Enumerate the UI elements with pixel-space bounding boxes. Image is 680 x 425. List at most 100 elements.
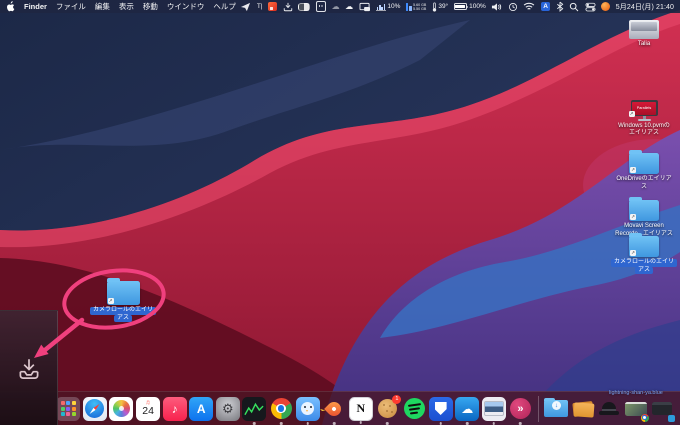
hard-disk-icon <box>629 20 659 39</box>
folder-icon: ↗ <box>629 236 659 257</box>
cpu-monitor[interactable]: 10% <box>376 3 400 11</box>
battery-percent: 100% <box>469 3 486 10</box>
icon-label-line2: ス <box>641 184 647 192</box>
temperature-value: 39° <box>438 3 448 10</box>
notification-badge: 1 <box>392 395 401 404</box>
rounded-app-icon[interactable] <box>316 1 327 13</box>
battery-icon <box>454 3 467 10</box>
cpu-percent: 10% <box>387 3 400 10</box>
bluetooth-icon[interactable] <box>556 1 564 13</box>
volume-icon[interactable] <box>491 1 502 13</box>
dock-chrome[interactable] <box>269 397 293 421</box>
dock-spotify[interactable] <box>402 397 426 421</box>
desktop-icon-windows10-alias[interactable]: Parallels ↗ Windows 10.pvmの エイリアス <box>610 100 678 138</box>
menu-go[interactable]: 移動 <box>143 1 158 12</box>
desktop-icon-onedrive-alias[interactable]: ↗ OneDriveのエイリア ス <box>610 153 678 191</box>
cpu-bars-icon <box>376 3 386 11</box>
temperature-monitor[interactable]: 39° <box>432 2 448 12</box>
menu-bar: Finder ファイル 編集 表示 移動 ウインドウ ヘルプ T| ☁ ☁ <box>0 0 680 13</box>
dock-minimized-window-1[interactable] <box>624 397 648 421</box>
dock-biscuit-app[interactable]: 1 <box>375 397 399 421</box>
folder-icon: ↗ <box>107 281 140 305</box>
download-drop-icon <box>15 355 43 383</box>
menu-file[interactable]: ファイル <box>56 1 86 12</box>
menu-edit[interactable]: 編集 <box>95 1 110 12</box>
toggle-pill-icon[interactable] <box>298 1 310 13</box>
dock: 月 24 ♪ A ⚙ N 1 ☁ » ↓ <box>0 391 680 425</box>
input-source-badge[interactable]: A <box>541 2 551 12</box>
activity-graph-icon <box>243 400 265 418</box>
download-tray-icon[interactable] <box>283 1 293 13</box>
desktop-icon-camera-roll-alias[interactable]: ↗ カメラロールのエイリ アス <box>610 236 678 274</box>
dock-screen-capture-app[interactable] <box>482 397 506 421</box>
dock-calendar[interactable]: 月 24 <box>136 397 160 421</box>
dock-downloads-folder[interactable]: ↓ <box>544 397 568 421</box>
icon-label-line2: エイリアス <box>629 130 659 138</box>
parallels-monitor-icon: Parallels ↗ <box>631 100 658 121</box>
network-down-value: 5.50 GB <box>413 7 426 11</box>
menu-view[interactable]: 表示 <box>119 1 134 12</box>
paper-plane-icon[interactable] <box>240 1 251 13</box>
red-grid-app-icon[interactable] <box>268 1 277 13</box>
chevrons-icon: » <box>510 398 531 419</box>
app-menu-title[interactable]: Finder <box>24 2 47 11</box>
cloud-sync-idle-icon[interactable]: ☁ <box>332 1 340 13</box>
dock-bird-app[interactable] <box>296 397 320 421</box>
download-arrow-badge: ↓ <box>552 401 561 410</box>
dock-app-store[interactable]: A <box>189 397 213 421</box>
wifi-icon[interactable] <box>523 1 535 13</box>
control-center-icon[interactable] <box>585 1 596 13</box>
cloud-icon[interactable]: ☁ <box>345 1 353 13</box>
app-badge-icon <box>668 415 675 422</box>
notion-letter: N <box>356 401 365 416</box>
menu-window[interactable]: ウインドウ <box>167 1 205 12</box>
dock-notion[interactable]: N <box>349 397 373 421</box>
dock-activity-terminal[interactable] <box>242 397 266 421</box>
macos-desktop: Finder ファイル 編集 表示 移動 ウインドウ ヘルプ T| ☁ ☁ <box>0 0 680 425</box>
menu-help[interactable]: ヘルプ <box>213 1 236 12</box>
search-icon[interactable] <box>569 1 579 13</box>
icon-label-line1: OneDriveのエイリア <box>616 176 671 184</box>
icon-label: Talia <box>638 41 650 49</box>
parallels-screen-text: Parallels <box>632 102 656 115</box>
text-tool-icon[interactable]: T| <box>257 3 263 10</box>
dock-share-app[interactable]: » <box>508 397 532 421</box>
music-note-icon: ♪ <box>172 402 178 416</box>
dock-music[interactable]: ♪ <box>163 397 187 421</box>
dock-onedrive[interactable]: ☁ <box>455 397 479 421</box>
dock-rocket-app[interactable] <box>322 397 346 421</box>
dock-folder-stack[interactable] <box>571 397 595 421</box>
stray-file-label: lightning-shan-ya.blue <box>609 390 663 396</box>
dock-launchpad[interactable] <box>56 397 80 421</box>
thermometer-icon <box>432 2 437 12</box>
dock-alfred[interactable] <box>597 397 621 421</box>
menu-bar-left: Finder ファイル 編集 表示 移動 ウインドウ ヘルプ <box>6 1 236 13</box>
desktop-icon-movavi-alias[interactable]: ↗ Movavi Screen Recorde...エイリアス <box>610 200 678 238</box>
chrome-badge-icon <box>641 414 649 422</box>
clock-sync-icon[interactable] <box>508 1 518 13</box>
dock-photos[interactable] <box>109 397 133 421</box>
folder-icon: ↗ <box>629 153 659 174</box>
icon-label-line1: カメラロールのエイリ <box>611 259 676 267</box>
wallpaper <box>0 0 680 425</box>
shield-icon <box>435 402 447 415</box>
alias-badge-icon: ↗ <box>630 250 636 256</box>
drop-target-panel[interactable] <box>0 310 58 425</box>
gear-icon: ⚙ <box>222 401 234 417</box>
dock-bitwarden[interactable] <box>429 397 453 421</box>
dock-safari[interactable] <box>83 397 107 421</box>
menu-bar-clock[interactable]: 5月24日(月) 21:40 <box>616 2 674 12</box>
orange-app-icon[interactable] <box>601 2 610 11</box>
folder-icon: ↗ <box>629 200 659 221</box>
desktop-icon-talia-disk[interactable]: Talia <box>610 20 678 49</box>
dock-system-preferences[interactable]: ⚙ <box>216 397 240 421</box>
dock-minimized-window-2[interactable] <box>650 397 674 421</box>
desktop-icon-camera-roll-annotated[interactable]: ↗ カメラロールのエイリ アス <box>89 281 157 322</box>
calendar-day: 24 <box>142 406 154 417</box>
battery-indicator[interactable]: 100% <box>454 3 486 10</box>
network-monitor[interactable]: 5.60 GB 5.50 GB <box>406 3 426 11</box>
apple-menu[interactable] <box>6 1 15 13</box>
app-store-letter: A <box>197 402 206 416</box>
dock-divider <box>538 396 539 422</box>
display-mirroring-icon[interactable] <box>359 1 371 13</box>
